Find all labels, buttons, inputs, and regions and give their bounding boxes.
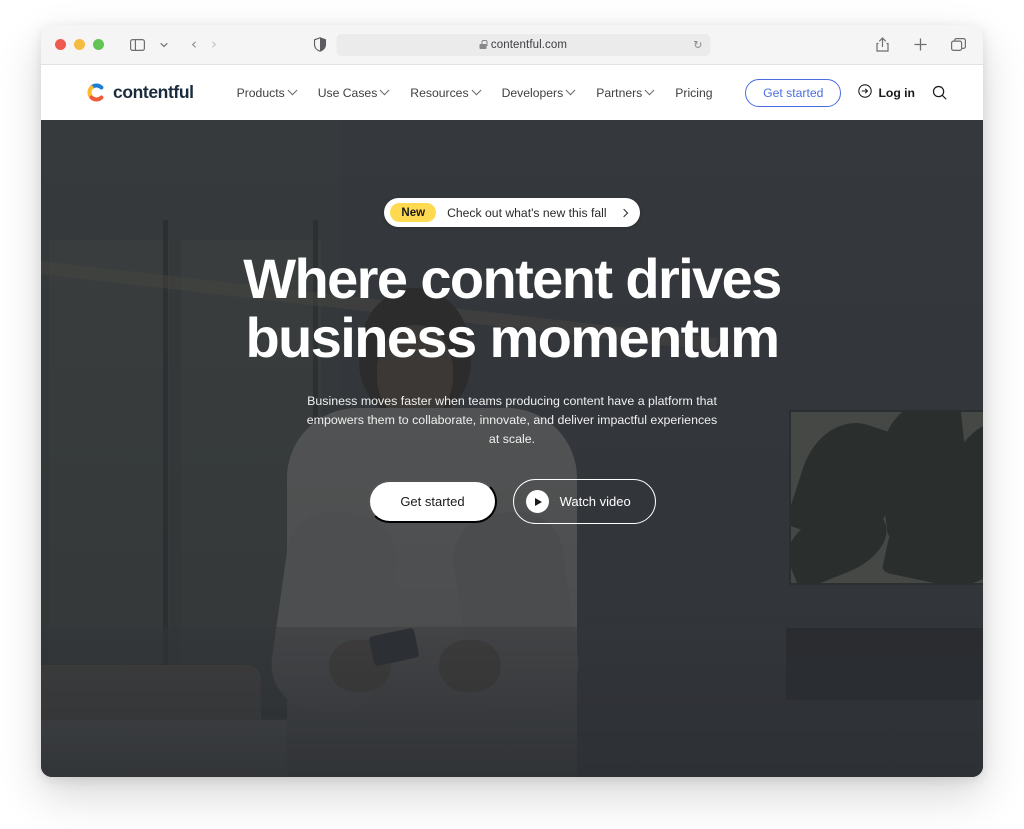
- maximize-window-button[interactable]: [93, 39, 104, 50]
- login-arrow-icon: [858, 84, 873, 101]
- nav-label: Partners: [596, 85, 643, 100]
- nav-label: Pricing: [675, 85, 713, 100]
- chevron-down-icon: [379, 85, 390, 96]
- nav-item-developers[interactable]: Developers: [501, 85, 576, 100]
- browser-titlebar: ‹ › contentful.com ↻: [41, 25, 983, 65]
- minimize-window-button[interactable]: [74, 39, 85, 50]
- privacy-shield-icon[interactable]: [313, 37, 327, 52]
- nav-label: Developers: [501, 85, 564, 100]
- hero-get-started-button[interactable]: Get started: [368, 480, 497, 524]
- brand-logo[interactable]: contentful: [86, 82, 194, 103]
- announcement-text: Check out what's new this fall: [447, 205, 607, 220]
- address-bar[interactable]: contentful.com ↻: [336, 33, 711, 56]
- nav-item-pricing[interactable]: Pricing: [675, 86, 712, 100]
- watch-video-label: Watch video: [559, 494, 631, 510]
- forward-button[interactable]: ›: [211, 37, 217, 52]
- announcement-badge: New: [390, 203, 437, 222]
- nav-label: Products: [236, 85, 285, 100]
- hero-section: New Check out what's new this fall Where…: [41, 120, 983, 777]
- hero-subtitle: Business moves faster when teams produci…: [306, 393, 718, 447]
- chevron-down-icon: [287, 85, 298, 96]
- watch-video-button[interactable]: Watch video: [512, 479, 656, 525]
- announcement-banner[interactable]: New Check out what's new this fall: [384, 198, 640, 227]
- screenshot-root: ‹ › contentful.com ↻ contentful Products…: [0, 0, 1024, 829]
- chevron-down-icon: [644, 85, 655, 96]
- chevron-down-icon: [565, 85, 576, 96]
- lock-icon: [479, 40, 488, 49]
- brand-name: contentful: [113, 82, 194, 102]
- window-controls: [55, 39, 104, 50]
- browser-window: ‹ › contentful.com ↻ contentful Products…: [41, 25, 983, 777]
- contentful-logo-icon: [86, 82, 107, 103]
- chevron-down-icon: [471, 85, 482, 96]
- close-window-button[interactable]: [55, 39, 66, 50]
- nav-item-products[interactable]: Products: [236, 85, 298, 100]
- nav-item-resources[interactable]: Resources: [410, 85, 482, 100]
- nav-label: Resources: [410, 85, 469, 100]
- sidebar-icon[interactable]: [126, 34, 148, 56]
- url-text: contentful.com: [490, 38, 568, 51]
- toolbar-right-actions: [871, 34, 969, 56]
- header-actions: Get started Log in: [745, 78, 947, 107]
- address-bar-area: contentful.com ↻: [313, 33, 711, 56]
- page-title: Where content drives business momentum: [243, 247, 782, 370]
- reload-button[interactable]: ↻: [693, 39, 702, 50]
- tabs-overview-icon[interactable]: [947, 34, 969, 56]
- url-display: contentful.com: [479, 38, 568, 51]
- main-navigation: Products Use Cases Resources Developers …: [236, 85, 713, 100]
- chevron-down-icon[interactable]: [153, 34, 175, 56]
- nav-item-use-cases[interactable]: Use Cases: [317, 85, 390, 100]
- play-icon: [525, 490, 549, 514]
- site-header: contentful Products Use Cases Resources …: [41, 65, 983, 120]
- hero-content: New Check out what's new this fall Where…: [41, 120, 983, 525]
- chevron-right-icon: [619, 208, 628, 217]
- plus-icon[interactable]: [909, 34, 931, 56]
- login-button[interactable]: Log in: [858, 84, 915, 101]
- hero-title-line-2: business momentum: [245, 306, 781, 370]
- hero-cta-group: Get started Watch video: [368, 479, 656, 525]
- sidebar-controls: [126, 34, 175, 56]
- hero-title-line-1: Where content drives: [243, 247, 782, 310]
- nav-item-partners[interactable]: Partners: [596, 85, 655, 100]
- nav-label: Use Cases: [317, 85, 378, 100]
- login-label: Log in: [878, 85, 915, 100]
- navigation-arrows: ‹ ›: [191, 37, 217, 52]
- search-icon[interactable]: [932, 85, 947, 100]
- header-get-started-button[interactable]: Get started: [745, 78, 842, 107]
- back-button[interactable]: ‹: [191, 37, 197, 52]
- share-icon[interactable]: [871, 34, 893, 56]
